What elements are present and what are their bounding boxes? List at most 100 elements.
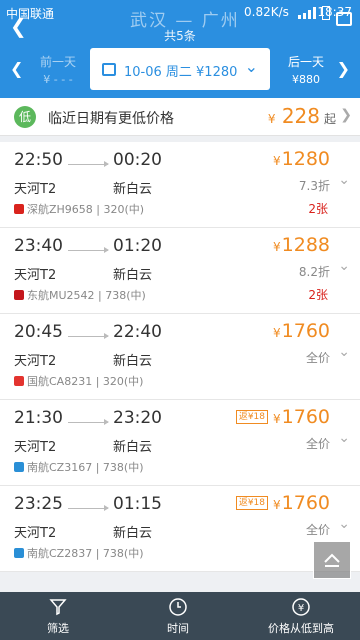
- flight-list: 22:50 00:20 天河T2 新白云 深航ZH9658 | 320(中) ¥1280 7…: [0, 142, 360, 572]
- airline-label: 南航CZ2837 | 738(中): [27, 547, 144, 560]
- low-price-currency: ¥: [267, 112, 276, 126]
- chevron-right-icon: ❯: [340, 107, 352, 123]
- route-arrow: [68, 505, 109, 511]
- price-amount: 1760: [281, 320, 330, 342]
- chevron-down-icon[interactable]: ⌄: [338, 344, 350, 360]
- header-area: 中国联通 0.82K/s 18:37 ❮ 武汉 — 广州 共5条 ❮ 前一天 ¥…: [0, 0, 360, 98]
- prev-day-price: ¥ - - -: [43, 73, 73, 86]
- seats-left: 2张: [308, 202, 328, 216]
- time-sort-button[interactable]: 时间: [148, 592, 208, 640]
- flight-row[interactable]: 23:25 01:15 天河T2 新白云南航CZ2837 | 738(中) 返¥18 ¥1…: [0, 486, 360, 572]
- cashback-badge: 返¥18: [235, 496, 268, 510]
- airline-info: 东航MU2542 | 738(中): [14, 287, 146, 303]
- prev-day-button[interactable]: 前一天 ¥ - - -: [30, 53, 86, 86]
- airline-logo-icon: [14, 376, 24, 386]
- arrival-time: 22:40: [113, 322, 162, 342]
- date-bar: ❮ 前一天 ¥ - - - 10-06 周二 ¥1280 ⌄ 后一天 ¥880 …: [0, 44, 360, 96]
- scroll-top-icon: [324, 553, 340, 567]
- price-sort-label: 价格从低到高: [268, 622, 334, 635]
- network-speed: 0.82K/s: [244, 5, 289, 19]
- discount-label: 全价: [305, 523, 330, 537]
- airline-info: 深航ZH9658 | 320(中): [14, 201, 144, 217]
- price-amount: 1280: [281, 148, 330, 170]
- departure-time: 22:50: [14, 150, 63, 170]
- departure-airport: 天河T2: [14, 354, 57, 369]
- flight-row[interactable]: 23:40 01:20 天河T2 新白云东航MU2542 | 738(中) ¥1288 8…: [0, 228, 360, 314]
- chevron-down-icon[interactable]: ⌄: [338, 516, 350, 532]
- chevron-down-icon[interactable]: ⌄: [338, 430, 350, 446]
- route-arrow: [68, 419, 109, 425]
- price-currency: ¥: [273, 498, 281, 512]
- filter-icon: [49, 599, 67, 616]
- chevron-left-icon[interactable]: ❮: [10, 59, 23, 78]
- filter-button[interactable]: 筛选: [28, 592, 88, 640]
- arrival-airport: 新白云: [113, 182, 153, 197]
- arrival-airport: 新白云: [113, 526, 153, 541]
- low-price-value: ¥ 228: [268, 104, 320, 128]
- price-sort-button[interactable]: ¥ 价格从低到高: [256, 592, 346, 640]
- airline-logo-icon: [14, 548, 24, 558]
- low-price-suffix: 起: [323, 112, 336, 126]
- calendar-icon: [102, 63, 116, 76]
- departure-airport: 天河T2: [14, 526, 57, 541]
- flight-row[interactable]: 20:45 22:40 天河T2 新白云 国航CA8231 | 320(中) ¥1760 全…: [0, 314, 360, 400]
- flight-price: ¥1288: [273, 234, 330, 256]
- departure-time: 23:25: [14, 494, 63, 514]
- route-arrow: [68, 247, 109, 253]
- next-day-button[interactable]: 后一天 ¥880: [276, 53, 336, 86]
- prev-day-label: 前一天: [39, 55, 76, 69]
- price-currency: ¥: [273, 326, 281, 340]
- chevron-down-icon: ⌄: [244, 57, 258, 76]
- departure-airport: 天河T2: [14, 182, 57, 197]
- flight-price: ¥1760: [273, 492, 330, 514]
- airline-label: 南航CZ3167 | 738(中): [27, 461, 144, 474]
- scroll-to-top-button[interactable]: [313, 541, 351, 579]
- discount-label: 7.3折: [298, 179, 330, 193]
- low-price-badge: 低: [14, 106, 36, 128]
- chevron-down-icon[interactable]: ⌄: [338, 172, 350, 188]
- airline-label: 东航MU2542 | 738(中): [27, 289, 146, 302]
- airline-label: 国航CA8231 | 320(中): [27, 375, 144, 388]
- arrival-time: 23:20: [113, 408, 162, 428]
- flight-row[interactable]: 22:50 00:20 天河T2 新白云深航ZH9658 | 320(中) ¥1280 7…: [0, 142, 360, 228]
- airline-info: 国航CA8231 | 320(中): [14, 373, 143, 389]
- discount-label: 8.2折: [298, 265, 330, 279]
- flight-price: ¥1760: [273, 406, 330, 428]
- arrival-airport: 新白云: [113, 440, 153, 455]
- chevron-down-icon[interactable]: ⌄: [338, 258, 350, 274]
- low-price-amount: 228: [281, 104, 320, 128]
- next-day-label: 后一天: [287, 55, 324, 69]
- arrival-time: 00:20: [113, 150, 162, 170]
- cashback-badge: 返¥18: [235, 410, 268, 424]
- price-amount: 1288: [281, 234, 330, 256]
- current-date-selector[interactable]: 10-06 周二 ¥1280 ⌄: [90, 48, 270, 90]
- filter-label: 筛选: [47, 622, 69, 635]
- discount-label: 全价: [305, 351, 330, 365]
- chevron-right-icon[interactable]: ❯: [337, 59, 350, 78]
- arrival-time: 01:15: [113, 494, 162, 514]
- discount-label: 全价: [305, 437, 330, 451]
- arrival-airport: 新白云: [113, 354, 153, 369]
- airline-label: 深航ZH9658 | 320(中): [27, 203, 145, 216]
- flight-row[interactable]: 21:30 23:20 天河T2 新白云 南航CZ3167 | 738(中) 返¥18 ¥1…: [0, 400, 360, 486]
- airline-logo-icon: [14, 204, 24, 214]
- price-currency: ¥: [273, 240, 281, 254]
- flight-price: ¥1760: [273, 320, 330, 342]
- flight-price: ¥1280: [273, 148, 330, 170]
- next-day-price: ¥880: [292, 73, 320, 86]
- price-amount: 1760: [281, 406, 330, 428]
- arrival-time: 01:20: [113, 236, 162, 256]
- airline-info: 南航CZ3167 | 738(中): [14, 459, 144, 475]
- arrival-airport: 新白云: [113, 268, 153, 283]
- share-icon[interactable]: [336, 12, 352, 26]
- departure-time: 21:30: [14, 408, 63, 428]
- clock-icon: [169, 598, 187, 616]
- departure-time: 23:40: [14, 236, 63, 256]
- route-arrow: [68, 161, 109, 167]
- airline-logo-icon: [14, 462, 24, 472]
- yuan-icon: ¥: [292, 598, 310, 616]
- low-price-banner[interactable]: 低 临近日期有更低价格 ¥ 228 起 ❯: [0, 98, 360, 136]
- low-price-text: 临近日期有更低价格: [48, 111, 174, 127]
- departure-airport: 天河T2: [14, 268, 57, 283]
- price-currency: ¥: [273, 412, 281, 426]
